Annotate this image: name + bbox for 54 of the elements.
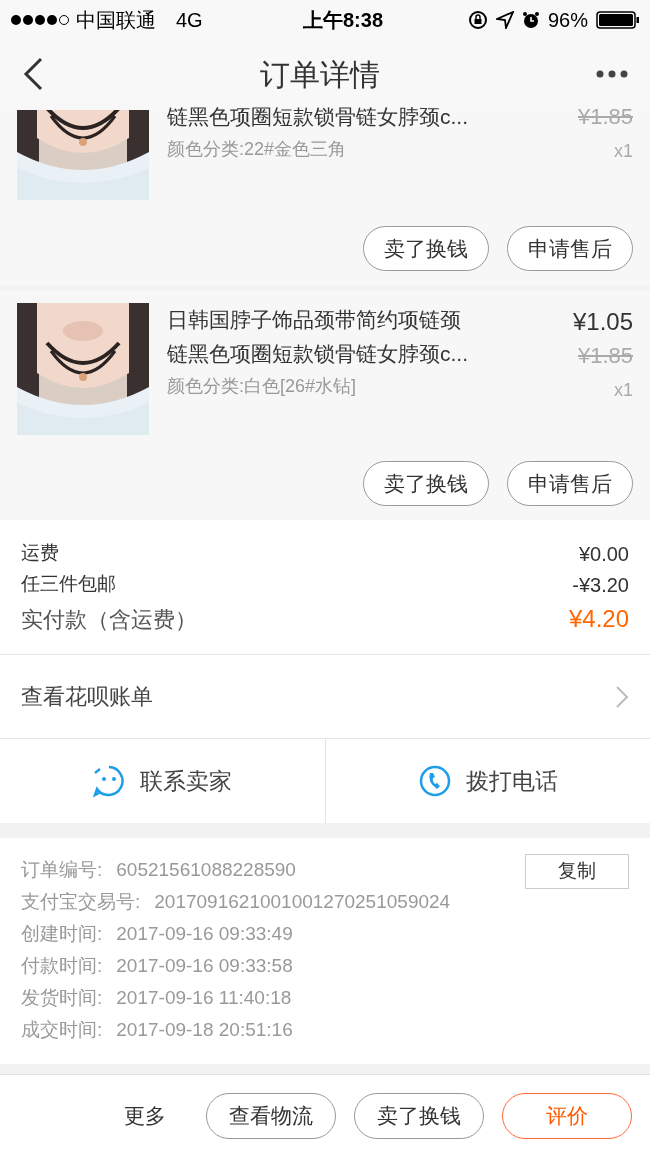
alarm-clock-icon [521, 11, 540, 29]
info-label: 付款时间: [21, 953, 103, 978]
info-value: 2017091621001001270251059024 [154, 889, 451, 914]
original-price: ¥1.85 [577, 342, 633, 370]
info-value: 60521561088228590 [116, 857, 296, 882]
product-quantity: x1 [614, 140, 633, 163]
info-label: 成交时间: [21, 1017, 103, 1042]
total-amount: ¥4.20 [568, 604, 629, 634]
more-button[interactable]: 更多 [120, 1093, 170, 1139]
carrier-name: 中国联通 [76, 8, 156, 33]
page-title: 订单详情 [260, 56, 380, 93]
rotation-lock-icon [467, 10, 488, 30]
action-button[interactable]: 卖了换钱 [363, 226, 489, 271]
call-button[interactable]: 拨打电话 [324, 739, 650, 823]
info-value: 2017-09-18 20:51:16 [116, 1017, 293, 1042]
battery-icon [596, 11, 640, 29]
info-label: 发货时间: [21, 985, 103, 1010]
fee-label: 运费 [21, 541, 59, 566]
info-label: 订单编号: [21, 857, 103, 882]
action-button[interactable]: 申请售后 [507, 226, 633, 271]
action-button[interactable]: 卖了换钱 [363, 461, 489, 506]
battery-percentage: 96% [547, 8, 588, 33]
contact-seller-button[interactable]: 联系卖家 [0, 739, 325, 823]
back-icon[interactable] [22, 57, 44, 91]
product-variant: 颜色分类:22#金色三角 [167, 138, 348, 161]
fee-label: 实付款（含运费） [21, 605, 197, 634]
info-value: 2017-09-16 09:33:49 [116, 921, 293, 946]
bill-link-label: 查看花呗账单 [21, 683, 153, 711]
more-icon[interactable] [596, 70, 628, 78]
phone-icon [417, 764, 452, 798]
signal-icon [10, 14, 70, 26]
bill-link-row[interactable]: 查看花呗账单 [0, 655, 650, 739]
product-variant: 颜色分类:白色[26#水钻] [167, 375, 358, 398]
original-price: ¥1.85 [577, 103, 633, 131]
info-label: 创建时间: [21, 921, 103, 946]
fee-amount: -¥3.20 [572, 572, 629, 598]
network-type: 4G [176, 8, 203, 33]
fee-amount: ¥0.00 [578, 541, 629, 567]
info-value: 2017-09-16 09:33:58 [116, 953, 293, 978]
clock-time: 上午8:38 [301, 8, 384, 33]
product-title[interactable]: 日韩国脖子饰品颈带简约项链颈 链黑色项圈短款锁骨链女脖颈c... [167, 303, 535, 371]
info-label: 支付宝交易号: [21, 889, 141, 914]
fee-label: 任三件包邮 [21, 572, 116, 597]
product-title[interactable]: 链黑色项圈短款锁骨链女脖颈c... [167, 100, 535, 134]
action-button[interactable]: 申请售后 [507, 461, 633, 506]
info-value: 2017-09-16 11:40:18 [116, 985, 292, 1010]
product-quantity: x1 [614, 379, 633, 402]
location-arrow-icon [495, 11, 514, 29]
action-button[interactable]: 查看物流 [206, 1093, 336, 1139]
copy-button[interactable]: 复制 [525, 854, 629, 889]
product-price: ¥1.05 [572, 307, 633, 337]
chat-bubble-icon [92, 764, 127, 798]
chevron-right-icon [615, 684, 629, 709]
action-button[interactable]: 卖了换钱 [354, 1093, 484, 1139]
